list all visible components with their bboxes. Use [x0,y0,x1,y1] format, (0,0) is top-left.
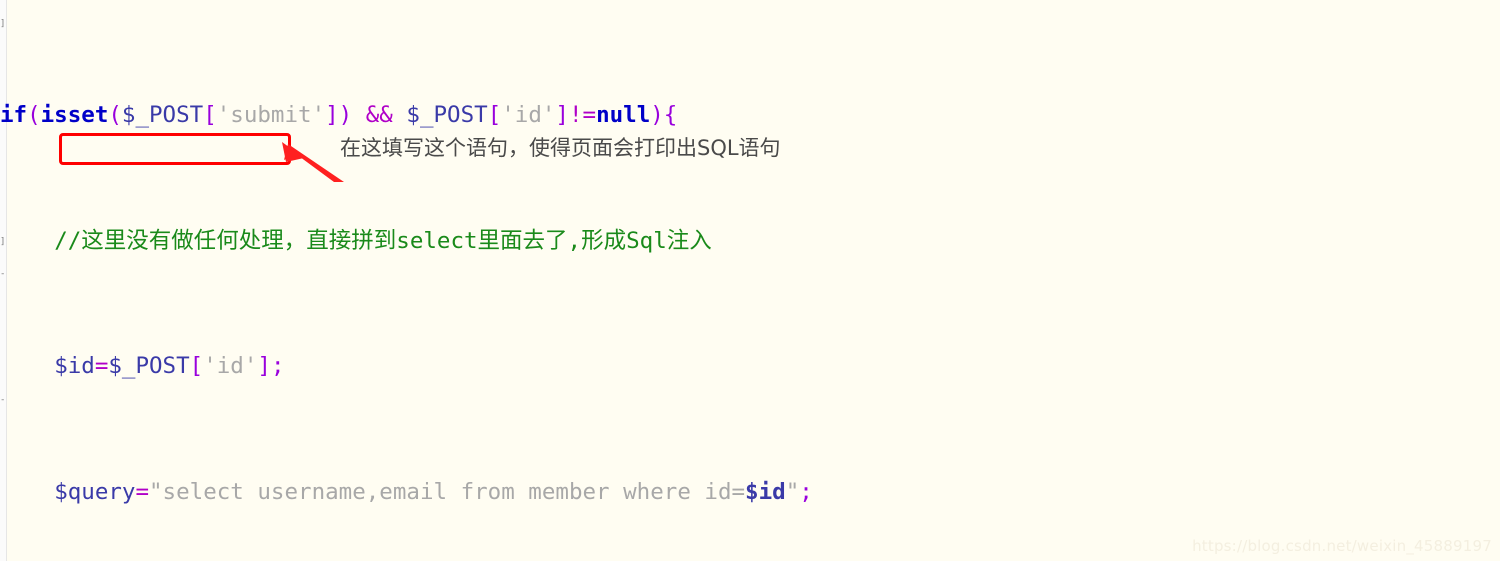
token-brace-open-0: { [663,102,678,129]
token-paren-close-2: ) [650,102,664,129]
token-semicolon-3: ; [799,479,813,506]
csdn-watermark: https://blog.csdn.net/weixin_45889197 [1192,537,1492,555]
token-operator-assign-2: = [94,353,109,380]
token-string-sql-close: " [785,479,800,506]
code-body[interactable]: if(isset($_POST['submit']) && $_POST['id… [0,6,1500,561]
token-paren-close-1: ) [338,102,353,129]
token-variable-post-3: $_POST [108,353,190,380]
token-string-submit: 'submit' [216,102,326,129]
code-line-2[interactable]: $id=$_POST['id']; [0,351,1500,382]
token-operator-assign-3: = [135,479,150,506]
code-line-1[interactable]: //这里没有做任何处理，直接拼到select里面去了,形成Sql注入 [0,226,1500,257]
token-bracket-open-2: [ [487,102,502,129]
token-string-id-2: 'id' [203,353,258,380]
code-line-0[interactable]: if(isset($_POST['submit']) && $_POST['id… [0,100,1500,131]
token-variable-query: $query [54,479,136,506]
token-string-sql-open: "select username,email from member where… [149,479,746,506]
token-string-id: 'id' [501,102,556,129]
annotation-note-text: 在这填写这个语句，使得页面会打印出SQL语句 [340,136,781,160]
token-bracket-close-3: ] [257,353,271,380]
code-line-3[interactable]: $query="select username,email from membe… [0,477,1500,508]
token-operator-neq: != [568,102,597,129]
token-operator-and: && [352,102,407,129]
token-keyword-null: null [596,102,651,129]
token-bracket-close-1: ] [325,102,339,129]
token-semicolon-2: ; [270,353,285,380]
token-bracket-open-1: [ [203,102,217,129]
code-editor-screenshot: ] ] - - if(isset($_POST['submit']) && $_… [0,0,1500,561]
token-comment-1: //这里没有做任何处理，直接拼到select里面去了,形成Sql注入 [54,227,712,254]
token-variable-post-2: $_POST [406,102,488,129]
token-paren-open: ( [27,102,41,129]
token-variable-id: $id [54,353,95,380]
token-variable-post-1: $_POST [121,102,204,129]
token-function-isset: isset [40,102,109,129]
token-bracket-open-3: [ [189,353,204,380]
token-bracket-close-2: ] [555,102,569,129]
token-paren-open-2: ( [108,102,122,129]
token-keyword-if: if [0,102,28,129]
token-variable-id-interp: $id [745,479,786,506]
